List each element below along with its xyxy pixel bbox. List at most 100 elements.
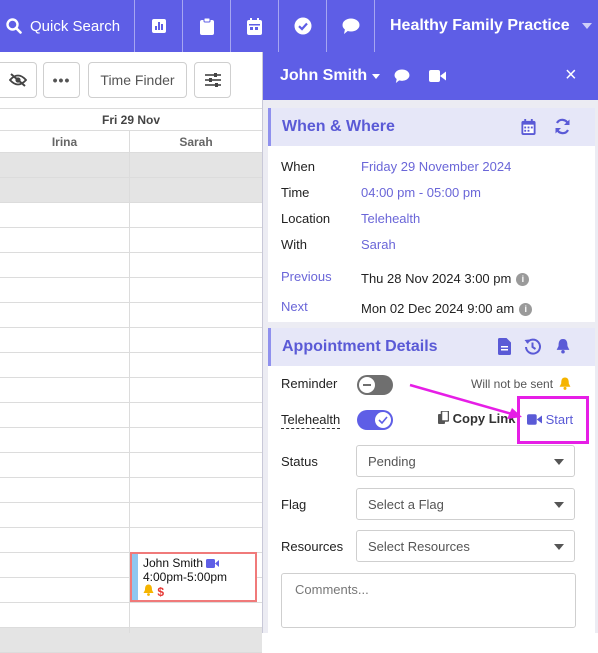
time-slot-row[interactable] (0, 528, 262, 553)
eye-slash-icon (9, 73, 27, 87)
appointment-details-card: Appointment Details Reminder Will not be… (268, 328, 595, 633)
calendar-button[interactable] (230, 0, 278, 52)
panel-header: John Smith × (263, 52, 598, 100)
next-link[interactable]: Next (281, 299, 308, 314)
copy-icon (438, 410, 450, 424)
start-label: Start (545, 412, 574, 427)
reminder-toggle[interactable] (357, 375, 393, 395)
time-slot-row[interactable] (0, 253, 262, 278)
bell-icon[interactable] (556, 338, 570, 354)
previous-appointment: Thu 28 Nov 2024 3:00 pm i (361, 271, 530, 287)
video-icon[interactable] (429, 70, 446, 82)
when-where-title: When & Where (282, 118, 395, 135)
chevron-down-icon (581, 23, 592, 29)
tasks-button[interactable] (182, 0, 230, 52)
top-navigation-bar: Quick Search Healthy Family Practice (0, 0, 598, 52)
bell-icon (559, 377, 571, 390)
with-value[interactable]: Sarah (361, 237, 396, 252)
flag-label: Flag (281, 497, 307, 512)
when-where-header: When & Where (268, 108, 595, 146)
telehealth-label: Telehealth (281, 412, 341, 429)
when-value[interactable]: Friday 29 November 2024 (361, 159, 511, 174)
quick-search-button[interactable]: Quick Search (0, 0, 134, 52)
chat-icon (342, 18, 359, 34)
time-slot-row[interactable] (0, 278, 262, 303)
chart-icon (151, 19, 166, 33)
time-slot-row[interactable] (0, 403, 262, 428)
location-value[interactable]: Telehealth (361, 211, 420, 226)
telehealth-toggle[interactable] (357, 410, 393, 430)
time-value[interactable]: 04:00 pm - 05:00 pm (361, 185, 481, 200)
start-telehealth-button[interactable]: Start (527, 412, 573, 427)
time-slot-row[interactable] (0, 228, 262, 253)
resources-label: Resources (281, 539, 344, 554)
previous-value: Thu 28 Nov 2024 3:00 pm (361, 271, 512, 286)
time-slot-row[interactable] (0, 428, 262, 453)
appointment-details-title: Appointment Details (282, 338, 438, 355)
checklist-button[interactable] (278, 0, 326, 52)
copy-link-button[interactable]: Copy Link (438, 410, 515, 426)
info-icon[interactable]: i (519, 303, 533, 317)
resources-placeholder: Select Resources (368, 539, 470, 554)
time-slot-row[interactable] (0, 378, 262, 403)
appointment-name: John Smith (143, 556, 204, 570)
column-header-sarah: Sarah (130, 131, 262, 153)
patient-name: John Smith (280, 67, 368, 84)
messages-button[interactable] (326, 0, 374, 52)
info-icon[interactable]: i (516, 273, 530, 287)
calendar-icon[interactable] (521, 119, 536, 135)
sliders-icon (204, 73, 221, 87)
patient-name-dropdown[interactable]: John Smith (280, 67, 381, 85)
resources-select[interactable]: Select Resources (356, 530, 575, 562)
filter-button[interactable] (194, 62, 231, 98)
appointment-block[interactable]: John Smith 4:00pm-5:00pm $ (130, 552, 257, 602)
reminder-label: Reminder (281, 376, 338, 391)
check-circle-icon (294, 17, 311, 35)
search-icon (6, 18, 22, 34)
flag-select[interactable]: Select a Flag (356, 488, 575, 520)
chat-icon[interactable] (394, 69, 410, 83)
close-icon[interactable]: × (565, 65, 577, 85)
time-slot-row[interactable] (0, 453, 262, 478)
time-slot-row[interactable] (0, 153, 262, 178)
previous-link[interactable]: Previous (281, 269, 332, 284)
time-slot-row[interactable] (0, 303, 262, 328)
reports-button[interactable] (134, 0, 182, 52)
status-label: Status (281, 454, 318, 469)
ellipsis-icon: ••• (52, 72, 71, 88)
toggle-knob (375, 412, 391, 428)
hide-button[interactable] (0, 62, 37, 98)
flag-placeholder: Select a Flag (368, 497, 444, 512)
appointment-details-header: Appointment Details (268, 328, 595, 366)
caret-down-icon (554, 459, 564, 465)
time-finder-label: Time Finder (100, 72, 175, 88)
history-icon[interactable] (524, 338, 541, 355)
time-finder-button[interactable]: Time Finder (88, 62, 187, 98)
status-select[interactable]: Pending (356, 445, 575, 477)
date-header: Fri 29 Nov (0, 109, 262, 131)
refresh-icon[interactable] (554, 118, 571, 135)
time-slot-row[interactable] (0, 478, 262, 503)
time-slot-row[interactable] (0, 503, 262, 528)
next-appointment: Mon 02 Dec 2024 9:00 am i (361, 301, 533, 317)
appointment-time: 4:00pm-5:00pm (143, 570, 228, 584)
appointment-color-strip (132, 554, 138, 600)
time-slot-row[interactable] (0, 603, 262, 628)
bell-icon (143, 584, 154, 596)
more-options-button[interactable]: ••• (43, 62, 80, 98)
caret-down-icon (554, 544, 564, 550)
check-icon (378, 416, 388, 425)
reminder-status: Will not be sent (471, 377, 554, 391)
time-slot-row[interactable] (0, 203, 262, 228)
time-slot-row[interactable] (0, 178, 262, 203)
calendar-view: ••• Time Finder Fri 29 Nov Irina Sarah J… (0, 52, 262, 653)
time-slot-row[interactable] (0, 328, 262, 353)
document-icon[interactable] (498, 338, 511, 355)
time-slot-row[interactable] (0, 353, 262, 378)
practice-selector[interactable]: Healthy Family Practice (374, 0, 598, 52)
caret-down-icon (554, 502, 564, 508)
calendar-icon (247, 17, 262, 35)
comments-textarea[interactable]: Comments... (281, 573, 576, 628)
time-slot-row[interactable] (0, 628, 262, 653)
status-value: Pending (368, 454, 416, 469)
